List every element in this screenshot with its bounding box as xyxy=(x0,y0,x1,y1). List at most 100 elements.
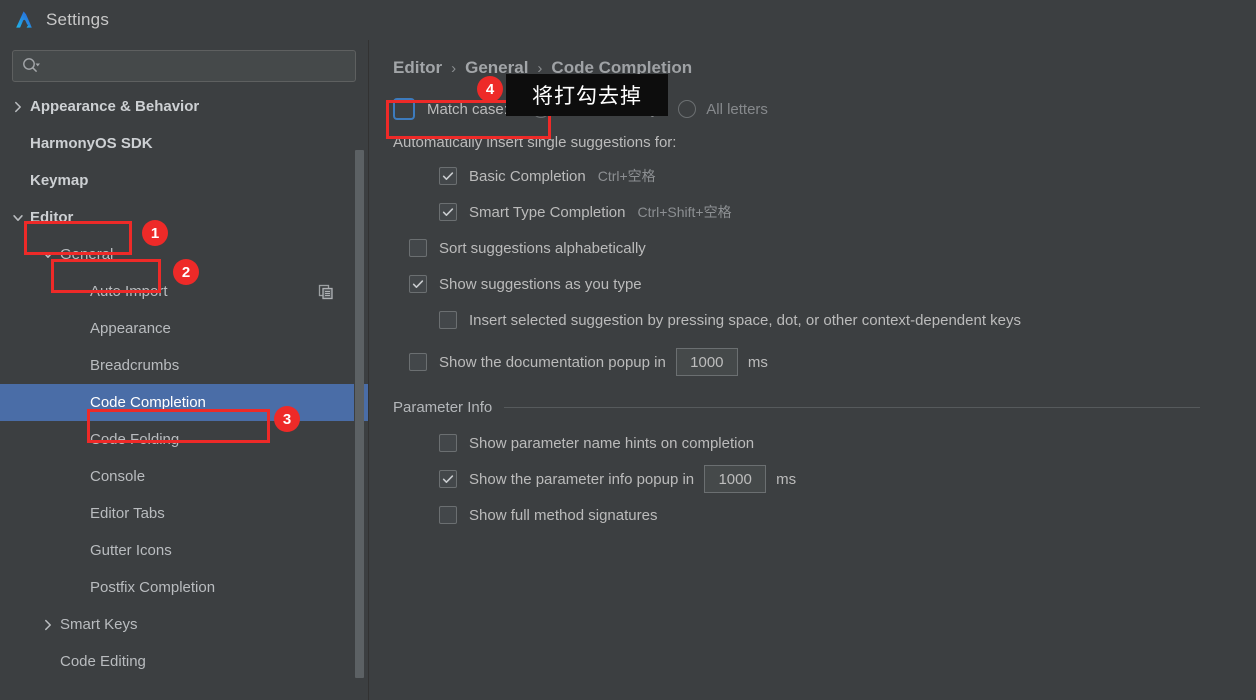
insert-selected-suggestion-checkbox[interactable] xyxy=(439,311,457,329)
sidebar-item-keymap[interactable]: Keymap xyxy=(0,162,368,199)
tree-arrow-placeholder xyxy=(70,432,86,448)
annotation-marker-2: 2 xyxy=(173,259,199,285)
basic-completion-checkbox[interactable] xyxy=(439,167,457,185)
sidebar-item-label: Editor Tabs xyxy=(90,505,165,522)
window-title: Settings xyxy=(46,10,110,29)
sidebar-item-smart-keys[interactable]: Smart Keys xyxy=(0,606,368,643)
param-name-hints-checkbox[interactable] xyxy=(439,434,457,452)
sidebar-item-label: Smart Keys xyxy=(60,616,138,633)
tree-arrow-placeholder xyxy=(40,654,56,670)
doc-popup-unit: ms xyxy=(747,353,768,371)
smart-type-completion-label: Smart Type Completion xyxy=(469,203,626,221)
full-method-signatures-label: Show full method signatures xyxy=(469,506,658,524)
auto-insert-group-label: Automatically insert single suggestions … xyxy=(393,134,677,151)
sidebar-item-editor-tabs[interactable]: Editor Tabs xyxy=(0,495,368,532)
search-container xyxy=(0,40,368,88)
sidebar-item-label: Auto Import xyxy=(90,283,168,300)
all-letters-label: All letters xyxy=(706,100,768,118)
basic-completion-shortcut: Ctrl+空格 xyxy=(597,168,656,184)
tree-arrow-placeholder xyxy=(70,580,86,596)
breadcrumb-item-editor[interactable]: Editor xyxy=(393,58,442,78)
parameter-info-title: Parameter Info xyxy=(393,399,493,416)
sidebar-item-code-editing[interactable]: Code Editing xyxy=(0,643,368,680)
doc-popup-delay-input[interactable]: 1000 xyxy=(675,348,738,376)
sidebar-item-label: Postfix Completion xyxy=(90,579,216,596)
sidebar-item-breadcrumbs[interactable]: Breadcrumbs xyxy=(0,347,368,384)
search-icon xyxy=(21,56,41,76)
sidebar-item-code-completion[interactable]: Code Completion xyxy=(0,384,368,421)
param-info-popup-checkbox[interactable] xyxy=(439,470,457,488)
sidebar-item-label: HarmonyOS SDK xyxy=(30,135,153,152)
chevron-down-icon[interactable] xyxy=(10,210,26,226)
full-method-signatures-checkbox[interactable] xyxy=(439,506,457,524)
copy-icon xyxy=(318,284,334,300)
sidebar-item-code-folding[interactable]: Code Folding xyxy=(0,421,368,458)
match-case-checkbox[interactable] xyxy=(393,98,415,120)
section-divider xyxy=(504,407,1200,408)
param-info-popup-row: Show the parameter info popup in 1000 ms xyxy=(439,464,1256,494)
show-suggestions-checkbox[interactable] xyxy=(409,275,427,293)
sidebar-item-label: Appearance xyxy=(90,320,171,337)
sidebar-item-postfix-completion[interactable]: Postfix Completion xyxy=(0,569,368,606)
window-title-bar: Settings xyxy=(0,0,1256,40)
tree-arrow-placeholder xyxy=(10,136,26,152)
tree-arrow-placeholder xyxy=(70,543,86,559)
tree-arrow-placeholder xyxy=(70,284,86,300)
basic-completion-label: Basic Completion xyxy=(469,167,586,185)
chevron-right-icon[interactable] xyxy=(40,617,56,633)
show-suggestions-row: Show suggestions as you type xyxy=(409,269,1256,299)
basic-completion-row: Basic Completion Ctrl+空格 xyxy=(439,161,1256,191)
sidebar-item-label: Code Folding xyxy=(90,431,180,448)
chevron-right-icon[interactable] xyxy=(10,99,26,115)
doc-popup-row: Show the documentation popup in 1000 ms xyxy=(409,347,1256,377)
full-method-signatures-row: Show full method signatures xyxy=(439,500,1256,530)
param-info-popup-label: Show the parameter info popup in xyxy=(469,470,695,488)
annotation-marker-3: 3 xyxy=(274,406,300,432)
parameter-info-section-header: Parameter Info xyxy=(393,399,1256,416)
settings-sidebar[interactable]: Appearance & Behavior HarmonyOS SDK Keymap… xyxy=(0,40,368,700)
smart-type-completion-checkbox[interactable] xyxy=(439,203,457,221)
smart-type-completion-row: Smart Type Completion Ctrl+Shift+空格 xyxy=(439,197,1256,227)
tree-arrow-placeholder xyxy=(70,506,86,522)
insert-selected-suggestion-row: Insert selected suggestion by pressing s… xyxy=(439,305,1256,335)
doc-popup-checkbox[interactable] xyxy=(409,353,427,371)
sort-suggestions-checkbox[interactable] xyxy=(409,239,427,257)
search-box[interactable] xyxy=(12,50,356,82)
sidebar-item-appearance-behavior[interactable]: Appearance & Behavior xyxy=(0,88,368,125)
annotation-marker-1: 1 xyxy=(142,220,168,246)
settings-tree[interactable]: Appearance & Behavior HarmonyOS SDK Keymap… xyxy=(0,88,368,680)
tree-arrow-placeholder xyxy=(70,395,86,411)
sidebar-item-label: Breadcrumbs xyxy=(90,357,180,374)
deveco-logo-icon xyxy=(12,8,36,32)
sidebar-item-label: General xyxy=(60,246,114,263)
chevron-down-icon[interactable] xyxy=(40,247,56,263)
annotation-marker-4: 4 xyxy=(477,76,503,102)
sidebar-item-label: Console xyxy=(90,468,146,485)
sidebar-item-harmonyos-sdk[interactable]: HarmonyOS SDK xyxy=(0,125,368,162)
tree-arrow-placeholder xyxy=(70,358,86,374)
insert-selected-suggestion-label: Insert selected suggestion by pressing s… xyxy=(469,311,1021,329)
tree-arrow-placeholder xyxy=(70,469,86,485)
search-input[interactable] xyxy=(41,58,347,74)
match-case-label: Match case: xyxy=(427,100,508,118)
sidebar-item-appearance[interactable]: Appearance xyxy=(0,310,368,347)
sidebar-item-label: Appearance & Behavior xyxy=(30,98,200,115)
sidebar-scrollbar-thumb[interactable] xyxy=(355,150,364,678)
annotation-tooltip: 将打勾去掉 xyxy=(506,74,668,116)
settings-main-panel: Editor › General › Code Completion Match… xyxy=(369,40,1256,700)
param-name-hints-row: Show parameter name hints on completion xyxy=(439,428,1256,458)
sidebar-item-label: Keymap xyxy=(30,172,89,189)
sidebar-item-gutter-icons[interactable]: Gutter Icons xyxy=(0,532,368,569)
all-letters-radio[interactable] xyxy=(678,100,697,118)
sidebar-item-editor[interactable]: Editor xyxy=(0,199,368,236)
tree-arrow-placeholder xyxy=(70,321,86,337)
sort-suggestions-label: Sort suggestions alphabetically xyxy=(439,239,646,257)
sort-suggestions-row: Sort suggestions alphabetically xyxy=(409,233,1256,263)
param-info-popup-delay-input[interactable]: 1000 xyxy=(704,465,767,493)
sidebar-item-label: Code Editing xyxy=(60,653,146,670)
sidebar-item-console[interactable]: Console xyxy=(0,458,368,495)
doc-popup-label: Show the documentation popup in xyxy=(439,353,666,371)
tree-arrow-placeholder xyxy=(10,173,26,189)
param-name-hints-label: Show parameter name hints on completion xyxy=(469,434,755,452)
sidebar-item-label: Gutter Icons xyxy=(90,542,172,559)
